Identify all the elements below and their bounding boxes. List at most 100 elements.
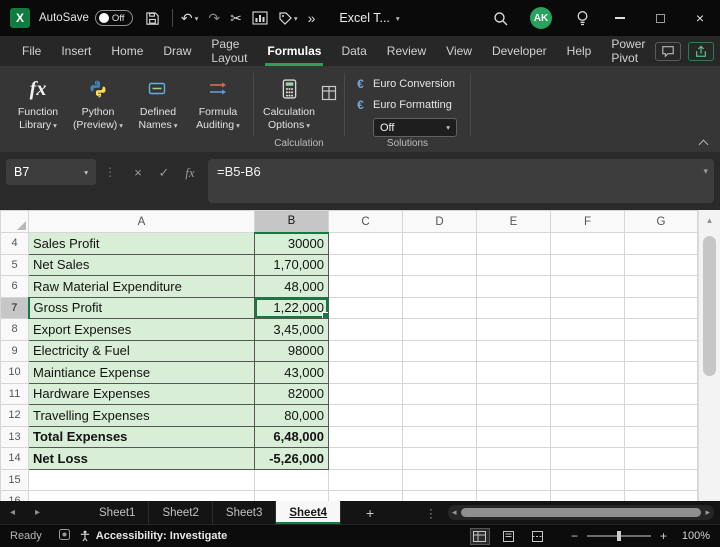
calculation-options-button[interactable]: Calculation Options ▾: [259, 69, 319, 138]
cell[interactable]: Hardware Expenses: [28, 382, 255, 405]
sheet-tab-sheet2[interactable]: Sheet2: [149, 501, 213, 524]
cell[interactable]: [624, 468, 698, 491]
cell[interactable]: [624, 361, 698, 384]
cell[interactable]: [402, 275, 477, 298]
tab-data[interactable]: Data: [331, 36, 376, 66]
cell[interactable]: [476, 275, 551, 298]
insert-chart-button[interactable]: [252, 11, 268, 25]
cell[interactable]: [550, 253, 625, 276]
cell[interactable]: Export Expenses: [28, 318, 255, 341]
cell[interactable]: [624, 339, 698, 362]
tab-file[interactable]: File: [12, 36, 51, 66]
cell[interactable]: Net Loss: [28, 447, 255, 470]
solutions-dropdown[interactable]: Off ▾: [373, 118, 457, 137]
cell[interactable]: [550, 468, 625, 491]
redo-button[interactable]: ↷: [208, 10, 220, 27]
column-header[interactable]: F: [550, 210, 625, 233]
zoom-in-button[interactable]: +: [660, 529, 667, 543]
row-header[interactable]: 14: [0, 447, 29, 470]
cell[interactable]: [328, 447, 403, 470]
undo-dropdown-icon[interactable]: ▾: [195, 14, 199, 23]
cell[interactable]: [624, 318, 698, 341]
tab-formulas[interactable]: Formulas: [257, 36, 331, 66]
row-header[interactable]: 5: [0, 253, 29, 276]
cell[interactable]: [476, 253, 551, 276]
tab-view[interactable]: View: [436, 36, 482, 66]
cell[interactable]: [328, 382, 403, 405]
cell[interactable]: [328, 339, 403, 362]
insert-function-button[interactable]: fx: [182, 165, 198, 181]
cell[interactable]: [624, 296, 698, 319]
cell[interactable]: [402, 490, 477, 501]
cell[interactable]: [402, 361, 477, 384]
euro-conversion-button[interactable]: € Euro Conversion: [354, 73, 457, 94]
cell[interactable]: 6,48,000: [254, 425, 329, 448]
tab-page-layout[interactable]: Page Layout: [201, 36, 257, 66]
cell[interactable]: [476, 296, 551, 319]
zoom-slider-thumb[interactable]: [616, 531, 621, 541]
cell[interactable]: [624, 275, 698, 298]
cell[interactable]: 82000: [254, 382, 329, 405]
cell[interactable]: [402, 253, 477, 276]
cell[interactable]: [328, 253, 403, 276]
vertical-scrollbar-thumb[interactable]: [703, 236, 716, 376]
cell[interactable]: 43,000: [254, 361, 329, 384]
formula-bar-expand-icon[interactable]: ▾: [703, 166, 708, 177]
tab-help[interactable]: Help: [557, 36, 602, 66]
quick-access-overflow-button[interactable]: »: [308, 10, 316, 26]
save-button[interactable]: [145, 11, 160, 26]
cell[interactable]: [28, 468, 255, 491]
column-header[interactable]: C: [328, 210, 403, 233]
page-layout-view-button[interactable]: [499, 528, 519, 545]
cell[interactable]: Travelling Expenses: [28, 404, 255, 427]
zoom-slider[interactable]: [586, 530, 651, 542]
selected-cell[interactable]: 1,22,000: [254, 296, 329, 319]
cell[interactable]: [402, 468, 477, 491]
cell[interactable]: [476, 447, 551, 470]
calculate-sheet-button[interactable]: [321, 85, 337, 138]
sheet-tab-sheet3[interactable]: Sheet3: [213, 501, 277, 524]
cell[interactable]: [550, 232, 625, 255]
cell[interactable]: [476, 382, 551, 405]
cell[interactable]: [624, 253, 698, 276]
cell[interactable]: [402, 318, 477, 341]
cell[interactable]: [402, 425, 477, 448]
horizontal-scrollbar-thumb[interactable]: [460, 508, 702, 517]
maximize-button[interactable]: [640, 0, 680, 36]
cell[interactable]: [476, 361, 551, 384]
cell[interactable]: 98000: [254, 339, 329, 362]
cell[interactable]: [328, 275, 403, 298]
share-button[interactable]: [688, 41, 715, 61]
cell[interactable]: Gross Profit: [28, 296, 255, 319]
cell[interactable]: 30000: [254, 232, 329, 255]
column-header[interactable]: D: [402, 210, 477, 233]
cell[interactable]: [402, 447, 477, 470]
sensitivity-button[interactable]: ▾: [278, 11, 298, 25]
cell[interactable]: [624, 382, 698, 405]
cell[interactable]: [476, 404, 551, 427]
cell[interactable]: [476, 490, 551, 501]
cell[interactable]: Sales Profit: [28, 232, 255, 255]
tab-developer[interactable]: Developer: [482, 36, 557, 66]
row-header-selected[interactable]: 7: [0, 296, 30, 319]
cell[interactable]: [550, 318, 625, 341]
cell[interactable]: [624, 490, 698, 501]
autosave-switch[interactable]: Off: [94, 10, 133, 26]
defined-names-button[interactable]: Defined Names ▾: [128, 69, 188, 152]
cell[interactable]: [328, 232, 403, 255]
row-header[interactable]: 15: [0, 468, 29, 491]
ribbon-collapse-button[interactable]: [696, 137, 710, 149]
select-all-corner[interactable]: [0, 210, 29, 233]
search-button[interactable]: [482, 0, 518, 36]
row-header[interactable]: 11: [0, 382, 29, 405]
cell[interactable]: [624, 404, 698, 427]
cell[interactable]: [402, 296, 477, 319]
cell[interactable]: [624, 425, 698, 448]
cell[interactable]: [476, 339, 551, 362]
cell[interactable]: [550, 425, 625, 448]
function-library-button[interactable]: fx Function Library ▾: [8, 69, 68, 152]
sheet-nav-left[interactable]: ◂: [0, 501, 25, 524]
tab-power-pivot[interactable]: Power Pivot: [601, 36, 655, 66]
cell[interactable]: [476, 468, 551, 491]
cell[interactable]: [402, 232, 477, 255]
